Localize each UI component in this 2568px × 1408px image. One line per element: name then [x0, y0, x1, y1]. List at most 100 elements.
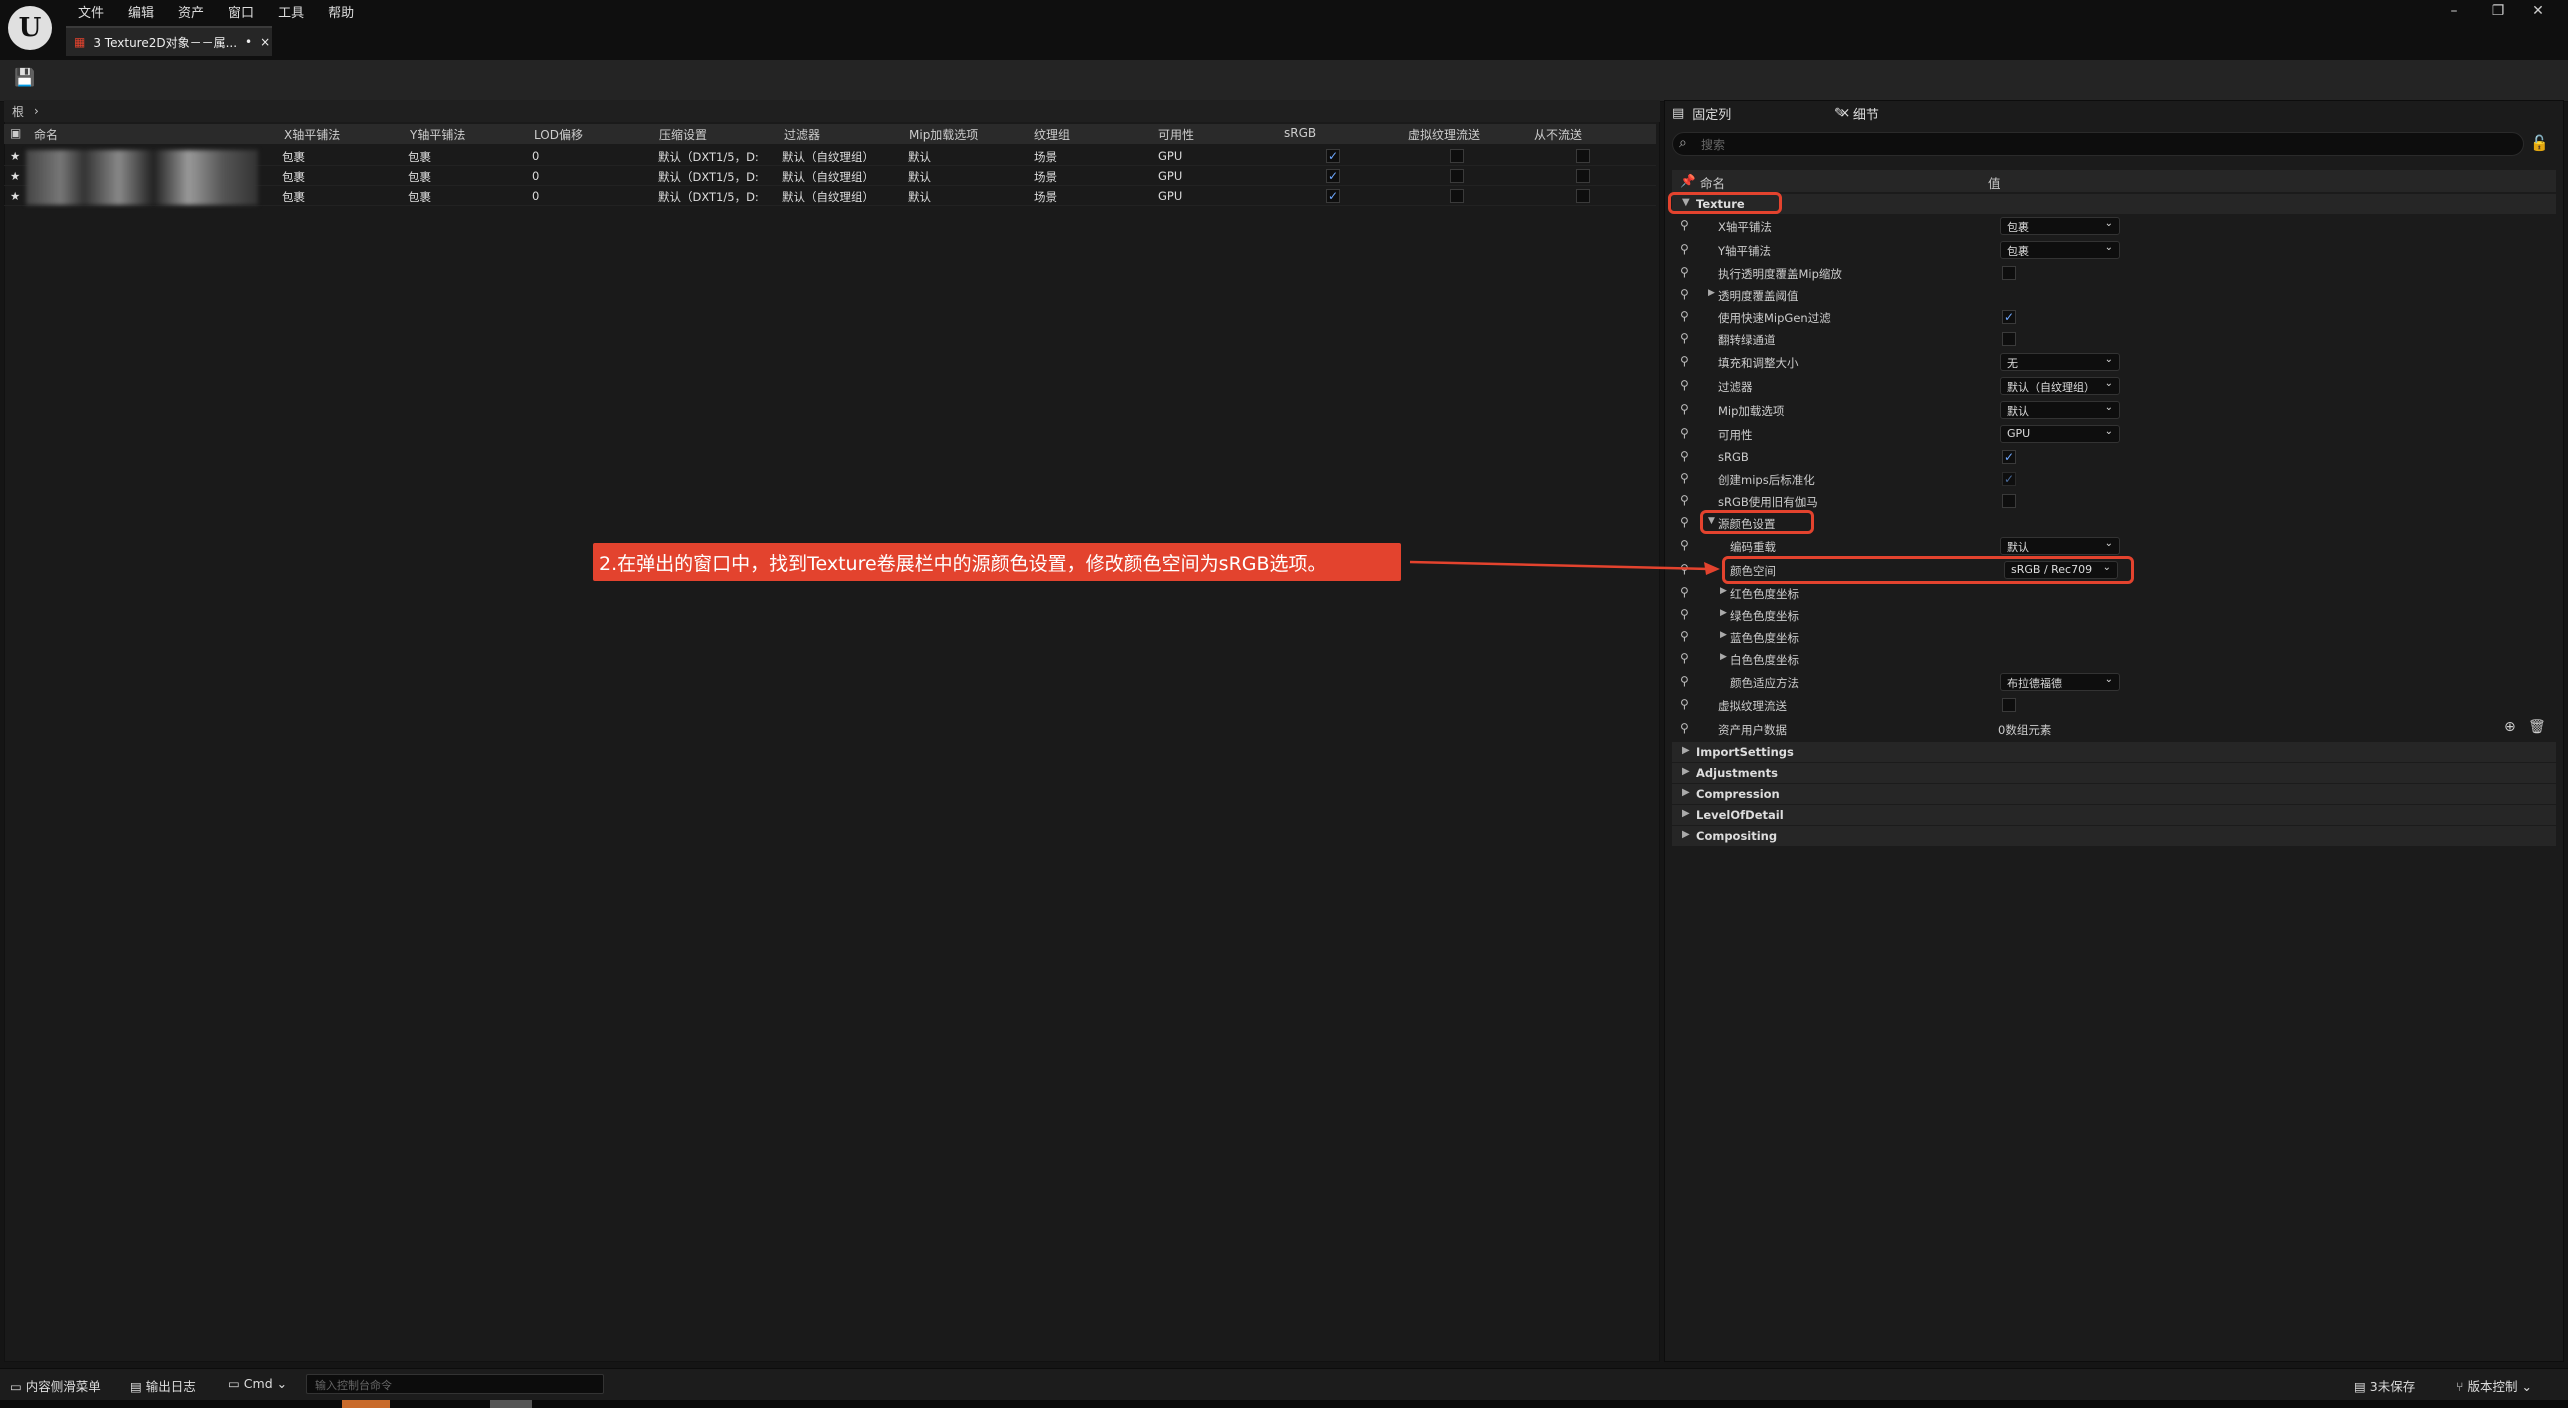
pin-icon[interactable]: ⚲: [1680, 629, 1689, 643]
pin-icon[interactable]: ⚲: [1680, 449, 1689, 463]
section-level-of-detail[interactable]: ▶ LevelOfDetail: [1672, 805, 2556, 825]
section-compositing[interactable]: ▶ Compositing: [1672, 826, 2556, 846]
col-never-stream[interactable]: 从不流送: [1534, 126, 1582, 143]
pin-icon[interactable]: ⚲: [1680, 697, 1689, 711]
triangle-right-icon[interactable]: ▶: [1720, 630, 1727, 640]
col-filter[interactable]: 过滤器: [784, 126, 820, 143]
cell-mip[interactable]: 默认: [908, 189, 931, 205]
never-stream-checkbox[interactable]: [1576, 189, 1590, 203]
triangle-right-icon[interactable]: ▶: [1720, 586, 1727, 596]
save-icon[interactable]: 💾: [14, 68, 38, 92]
cell-lod[interactable]: 0: [532, 169, 539, 183]
close-window-button[interactable]: ✕: [2518, 0, 2558, 22]
cell-compression[interactable]: 默认（DXT1/5，D:: [658, 189, 759, 205]
section-adjustments[interactable]: ▶ Adjustments: [1672, 763, 2556, 783]
alpha-coverage-checkbox[interactable]: [2002, 266, 2016, 280]
pin-icon[interactable]: ⚲: [1680, 402, 1689, 416]
pin-icon[interactable]: ⚲: [1680, 426, 1689, 440]
document-tab[interactable]: ▦ 3 Texture2D对象－－属... • ×: [66, 26, 272, 56]
cell-group[interactable]: 场景: [1034, 189, 1057, 205]
content-drawer-button[interactable]: ▭ 内容侧滑菜单: [10, 1376, 101, 1395]
texture-section[interactable]: ▼ Texture: [1672, 194, 2556, 214]
x-tiling-dropdown[interactable]: 包裹 ⌄: [2000, 217, 2120, 235]
triangle-right-icon[interactable]: ▶: [1720, 608, 1727, 618]
y-tiling-dropdown[interactable]: 包裹 ⌄: [2000, 241, 2120, 259]
cell-lod[interactable]: 0: [532, 149, 539, 163]
pin-icon[interactable]: ⚲: [1680, 538, 1689, 552]
source-control-button[interactable]: ⑂ 版本控制 ⌄: [2456, 1376, 2532, 1395]
pin-icon[interactable]: ⚲: [1680, 354, 1689, 368]
pin-icon[interactable]: 📌: [1680, 173, 1696, 189]
menu-edit[interactable]: 编辑: [116, 0, 166, 22]
col-x-tiling[interactable]: X轴平铺法: [284, 126, 340, 143]
cell-filter[interactable]: 默认（自纹理组）: [782, 189, 874, 205]
vt-checkbox[interactable]: [1450, 189, 1464, 203]
menu-file[interactable]: 文件: [66, 0, 116, 22]
menu-help[interactable]: 帮助: [316, 0, 366, 22]
cell-compression[interactable]: 默认（DXT1/5，D:: [658, 149, 759, 165]
col-y-tiling[interactable]: Y轴平铺法: [410, 126, 465, 143]
cell-availability[interactable]: GPU: [1158, 149, 1182, 163]
pin-icon[interactable]: ⚲: [1680, 331, 1689, 345]
taskbar-app-orange[interactable]: [342, 1400, 390, 1408]
pad-resize-dropdown[interactable]: 无 ⌄: [2000, 353, 2120, 371]
search-input[interactable]: ⌕ 搜索: [1672, 132, 2524, 156]
cell-x[interactable]: 包裹: [282, 189, 305, 205]
console-input[interactable]: 输入控制台命令: [306, 1374, 604, 1394]
cell-y[interactable]: 包裹: [408, 169, 431, 185]
menu-asset[interactable]: 资产: [166, 0, 216, 22]
cell-availability[interactable]: GPU: [1158, 189, 1182, 203]
pin-icon[interactable]: ⚲: [1680, 287, 1689, 301]
cell-x[interactable]: 包裹: [282, 149, 305, 165]
never-stream-checkbox[interactable]: [1576, 149, 1590, 163]
section-import-settings[interactable]: ▶ ImportSettings: [1672, 742, 2556, 762]
srgb-checkbox[interactable]: ✓: [1326, 189, 1340, 203]
cell-group[interactable]: 场景: [1034, 169, 1057, 185]
pin-icon[interactable]: ⚲: [1680, 218, 1689, 232]
star-icon[interactable]: ★: [10, 189, 20, 203]
pin-icon[interactable]: ⚲: [1680, 471, 1689, 485]
cell-group[interactable]: 场景: [1034, 149, 1057, 165]
menu-window[interactable]: 窗口: [216, 0, 266, 22]
cell-filter[interactable]: 默认（自纹理组）: [782, 169, 874, 185]
pin-icon[interactable]: ⚲: [1680, 607, 1689, 621]
encoding-dropdown[interactable]: 默认 ⌄: [2000, 537, 2120, 555]
cell-y[interactable]: 包裹: [408, 189, 431, 205]
section-compression[interactable]: ▶ Compression: [1672, 784, 2556, 804]
normalize-mips-checkbox[interactable]: ✓: [2002, 472, 2016, 486]
minimize-button[interactable]: –: [2434, 0, 2474, 22]
filter-dropdown[interactable]: 默认（自纹理组） ⌄: [2000, 377, 2120, 395]
chromatic-adapt-dropdown[interactable]: 布拉德福德 ⌄: [2000, 673, 2120, 691]
availability-dropdown[interactable]: GPU ⌄: [2000, 425, 2120, 443]
close-tab-icon[interactable]: ×: [260, 35, 270, 49]
triangle-right-icon[interactable]: ▶: [1708, 288, 1715, 298]
pin-icon[interactable]: ⚲: [1680, 493, 1689, 507]
col-name[interactable]: 命名: [34, 126, 58, 143]
unreal-logo[interactable]: U: [8, 6, 52, 50]
pin-icon[interactable]: ⚲: [1680, 651, 1689, 665]
legacy-gamma-checkbox[interactable]: [2002, 494, 2016, 508]
vt-checkbox[interactable]: [1450, 149, 1464, 163]
cell-x[interactable]: 包裹: [282, 169, 305, 185]
cell-compression[interactable]: 默认（DXT1/5，D:: [658, 169, 759, 185]
col-group[interactable]: 纹理组: [1034, 126, 1070, 143]
pin-icon[interactable]: ⚲: [1680, 674, 1689, 688]
star-icon[interactable]: ★: [10, 149, 20, 163]
fast-mipgen-checkbox[interactable]: ✓: [2002, 310, 2016, 324]
vt-stream-checkbox[interactable]: [2002, 698, 2016, 712]
pin-icon[interactable]: ⚲: [1680, 265, 1689, 279]
col-lod[interactable]: LOD偏移: [534, 126, 583, 143]
col-srgb[interactable]: sRGB: [1284, 126, 1316, 140]
pin-icon[interactable]: ⚲: [1680, 378, 1689, 392]
vt-checkbox[interactable]: [1450, 169, 1464, 183]
srgb-checkbox[interactable]: ✓: [2002, 450, 2016, 464]
cell-availability[interactable]: GPU: [1158, 169, 1182, 183]
pin-icon[interactable]: ⚲: [1680, 585, 1689, 599]
flip-green-checkbox[interactable]: [2002, 332, 2016, 346]
cell-y[interactable]: 包裹: [408, 149, 431, 165]
pin-icon[interactable]: ⚲: [1680, 721, 1689, 735]
pin-icon[interactable]: ⚲: [1680, 242, 1689, 256]
col-mip[interactable]: Mip加载选项: [909, 126, 978, 143]
chevron-right-icon[interactable]: ›: [34, 104, 39, 118]
tab-pinned-columns[interactable]: ▤ 固定列 ×: [1672, 100, 1850, 126]
